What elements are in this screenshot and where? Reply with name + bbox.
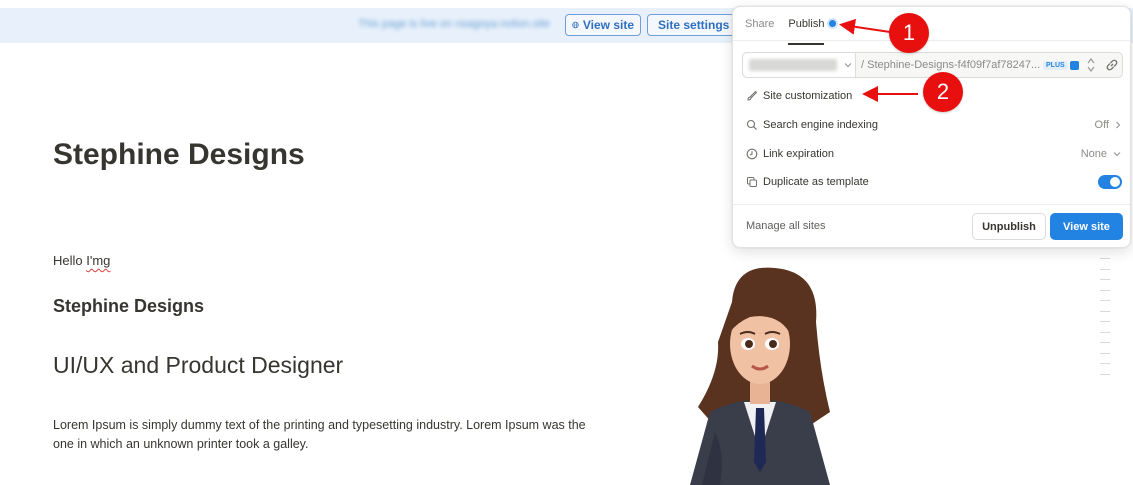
option-label: Link expiration [763, 148, 834, 160]
option-label: Search engine indexing [763, 119, 878, 131]
edit-slug-icon[interactable] [1069, 60, 1079, 70]
option-value: None [1080, 148, 1107, 160]
intro-paragraph: Lorem Ipsum is simply dummy text of the … [53, 418, 586, 451]
domain-select[interactable] [743, 53, 856, 77]
option-value: Off [1094, 119, 1109, 131]
option-label: Site customization [763, 90, 853, 102]
duplicate-icon [747, 177, 757, 187]
brush-icon [747, 90, 758, 101]
hello-prefix: Hello [53, 253, 87, 268]
unpublish-button[interactable]: Unpublish [972, 213, 1046, 240]
published-status-dot [829, 20, 836, 27]
callout-badge-1: 1 [889, 13, 929, 53]
chevron-right-icon [1116, 121, 1121, 129]
duplicate-template-toggle[interactable] [1098, 175, 1122, 189]
hello-text: Hello I'mg [53, 253, 110, 268]
tabs-divider [733, 40, 1130, 41]
site-settings-label: Site settings [658, 18, 730, 32]
view-site-button[interactable]: View site [1050, 213, 1123, 240]
chevron-down-icon [844, 63, 852, 68]
banner-text: This page is live on nsagoya.notion.site [358, 18, 551, 30]
clock-icon [746, 148, 758, 160]
publish-popover: Share Publish / Stephine-Designs-f4f09f7… [732, 6, 1131, 248]
callout-badge-2: 2 [923, 72, 963, 112]
expiration-value[interactable]: None [1081, 148, 1122, 160]
banner-view-site-label: View site [582, 18, 634, 32]
option-search-engine-indexing[interactable]: Search engine indexing Off [746, 116, 1122, 134]
plan-badge: PLUS [1043, 60, 1068, 70]
avatar-illustration [690, 267, 830, 485]
site-settings-button[interactable]: Site settings [647, 14, 735, 36]
scroll-outline-ticks [1100, 258, 1110, 384]
misspelled-word: I'mg [86, 253, 111, 268]
indexing-value[interactable]: Off [1095, 119, 1122, 131]
page-title: Stephine Designs [53, 138, 305, 171]
stepper-icon[interactable] [1087, 57, 1095, 73]
subheading-role: UI/UX and Product Designer [53, 352, 344, 378]
chevron-down-icon [1113, 152, 1121, 157]
copy-link-icon[interactable] [1105, 58, 1119, 72]
option-duplicate-as-template[interactable]: Duplicate as template [746, 173, 1122, 191]
footer-divider [733, 204, 1130, 205]
search-icon [746, 119, 757, 130]
option-label: Duplicate as template [763, 176, 869, 188]
option-link-expiration[interactable]: Link expiration None [746, 145, 1122, 163]
subheading-name: Stephine Designs [53, 296, 205, 316]
domain-value-redacted [749, 59, 837, 71]
globe-icon [572, 21, 579, 29]
manage-all-sites-link[interactable]: Manage all sites [746, 220, 826, 232]
site-slug-input[interactable]: / Stephine-Designs-f4f09f7af78247... [861, 59, 1041, 71]
banner-view-site-button[interactable]: View site [565, 14, 641, 36]
